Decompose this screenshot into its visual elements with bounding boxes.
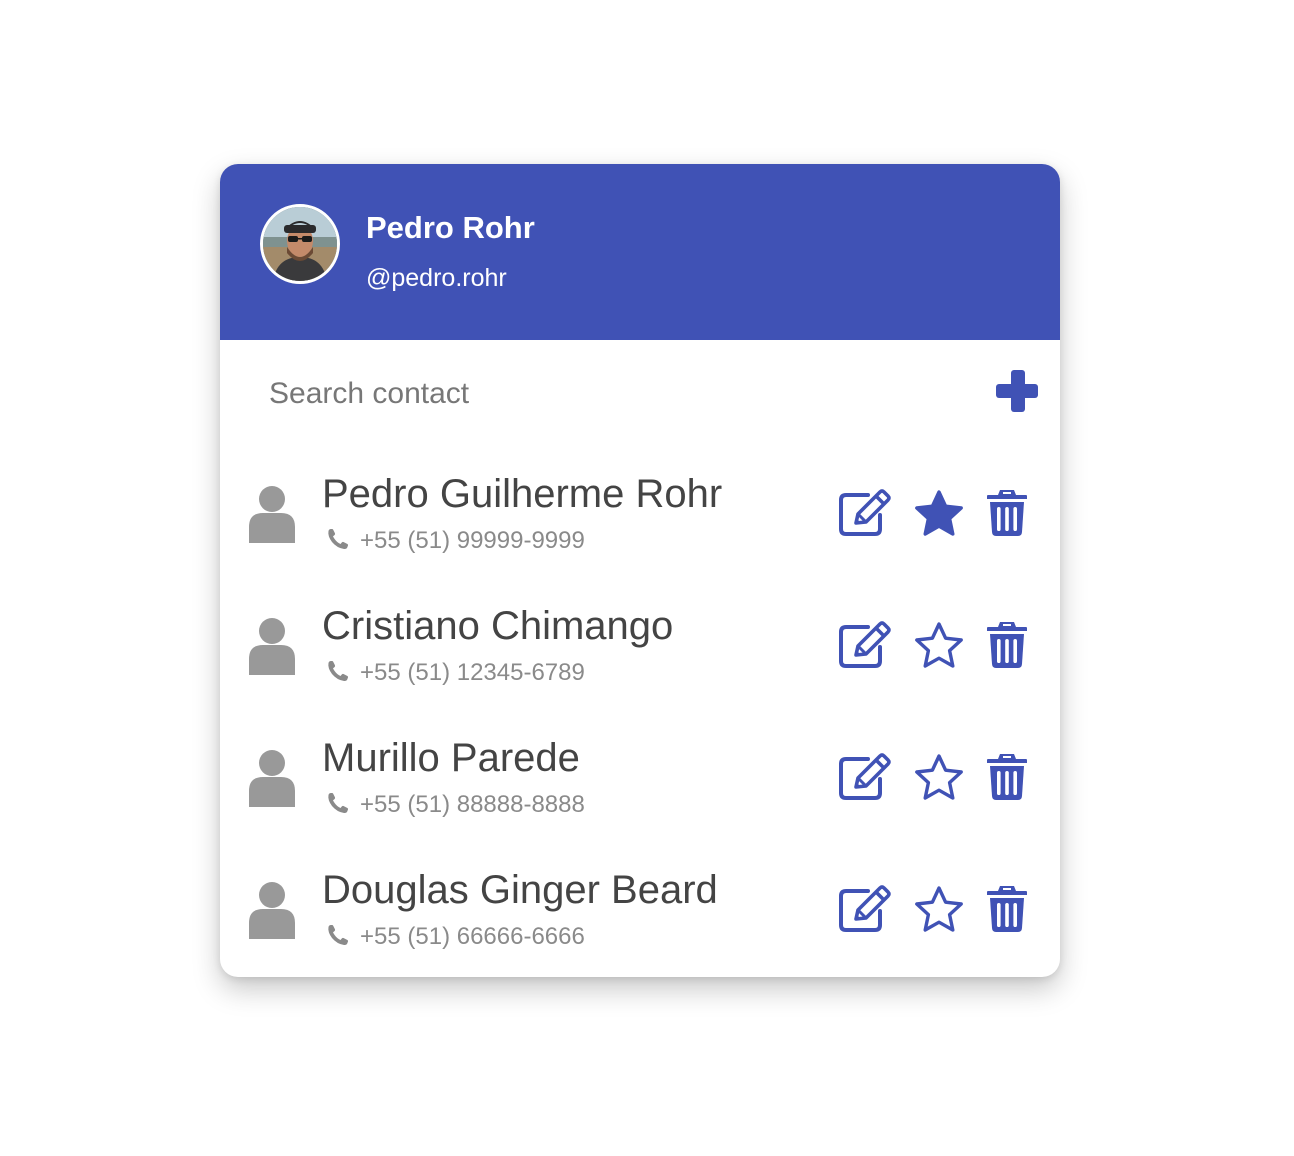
phone-icon: [328, 925, 349, 946]
trash-icon: [987, 886, 1027, 932]
edit-icon: [839, 489, 891, 536]
edit-icon: [839, 621, 891, 668]
trash-icon: [987, 622, 1027, 668]
contact-phone: +55 (51) 99999-9999: [360, 527, 585, 554]
star-icon: [915, 886, 963, 932]
contact-row: Douglas Ginger Beard +55 (51) 66666-6666: [220, 855, 1060, 977]
search-input[interactable]: [256, 370, 969, 418]
contact-row: Murillo Parede +55 (51) 88888-8888: [220, 723, 1060, 855]
contact-row: Cristiano Chimango +55 (51) 12345-6789: [220, 591, 1060, 723]
favorite-button[interactable]: [913, 885, 965, 933]
edit-contact-button[interactable]: [838, 751, 892, 801]
edit-contact-button[interactable]: [838, 487, 892, 537]
star-icon: [915, 622, 963, 668]
phone-icon: [328, 661, 349, 682]
profile-header: Pedro Rohr @pedro.rohr: [220, 164, 1060, 340]
contact-phone: +55 (51) 12345-6789: [360, 659, 585, 686]
delete-contact-button[interactable]: [986, 751, 1028, 801]
person-icon: [249, 486, 295, 543]
contact-name: Pedro Guilherme Rohr: [322, 472, 723, 516]
profile-handle: @pedro.rohr: [366, 264, 507, 292]
phone-icon: [328, 793, 349, 814]
favorite-button[interactable]: [913, 753, 965, 801]
favorite-button[interactable]: [913, 489, 965, 537]
add-contact-button[interactable]: [992, 366, 1044, 418]
trash-icon: [987, 754, 1027, 800]
contact-row: Pedro Guilherme Rohr +55 (51) 99999-9999: [220, 459, 1060, 591]
edit-contact-button[interactable]: [838, 883, 892, 933]
person-icon: [249, 882, 295, 939]
contact-phone: +55 (51) 66666-6666: [360, 923, 585, 950]
delete-contact-button[interactable]: [986, 619, 1028, 669]
contact-name: Douglas Ginger Beard: [322, 868, 718, 912]
delete-contact-button[interactable]: [986, 487, 1028, 537]
trash-icon: [987, 490, 1027, 536]
phone-icon: [328, 529, 349, 550]
contact-list: Pedro Guilherme Rohr +55 (51) 99999-9999: [220, 459, 1060, 977]
edit-icon: [839, 885, 891, 932]
star-icon: [915, 490, 963, 536]
profile-photo: [263, 207, 337, 281]
favorite-button[interactable]: [913, 621, 965, 669]
edit-icon: [839, 753, 891, 800]
contact-name: Murillo Parede: [322, 736, 580, 780]
profile-name: Pedro Rohr: [366, 210, 535, 245]
person-icon: [249, 750, 295, 807]
contact-name: Cristiano Chimango: [322, 604, 674, 648]
contact-phone: +55 (51) 88888-8888: [360, 791, 585, 818]
contacts-card: Pedro Rohr @pedro.rohr Pedro Guilherme R…: [220, 164, 1060, 977]
star-icon: [915, 754, 963, 800]
delete-contact-button[interactable]: [986, 883, 1028, 933]
person-icon: [249, 618, 295, 675]
avatar[interactable]: [260, 204, 340, 284]
edit-contact-button[interactable]: [838, 619, 892, 669]
plus-icon: [996, 370, 1038, 412]
